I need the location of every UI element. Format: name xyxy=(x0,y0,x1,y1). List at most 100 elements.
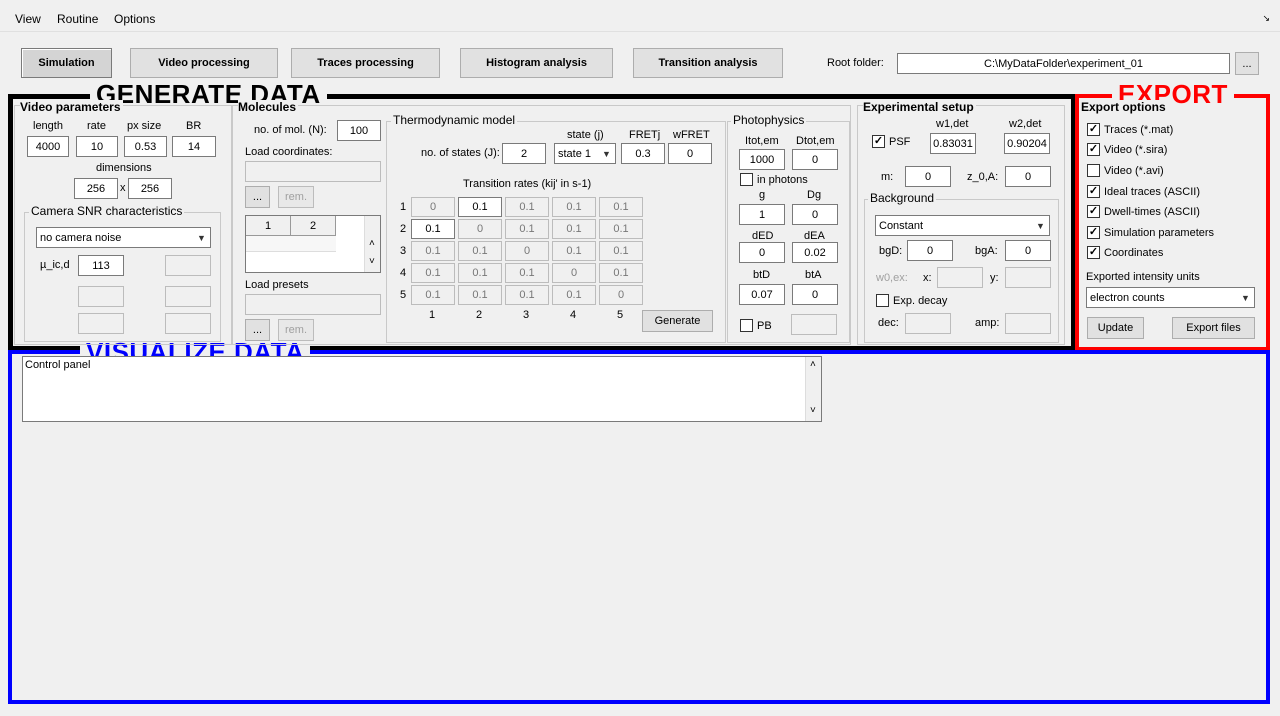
in-photons-checkbox[interactable] xyxy=(740,173,753,186)
wfret-label: wFRET xyxy=(673,129,710,141)
export-option-checkbox[interactable]: ✓ xyxy=(1087,185,1100,198)
control-panel-scrollbar[interactable]: ˄ ˅ xyxy=(805,357,821,421)
fretj-field[interactable]: 0.3 xyxy=(621,143,665,164)
remove-coordinates-button: rem. xyxy=(278,186,314,208)
load-coordinates-label: Load coordinates: xyxy=(245,146,333,158)
menu-routine[interactable]: Routine xyxy=(57,12,98,26)
export-option-checkbox[interactable]: ✓ xyxy=(1087,143,1100,156)
br-label: BR xyxy=(186,120,202,132)
load-presets-label: Load presets xyxy=(245,279,309,291)
bta-field[interactable]: 0 xyxy=(792,284,838,305)
dock-icon[interactable]: ↘ xyxy=(1262,13,1270,24)
n-mol-field[interactable]: 100 xyxy=(337,120,381,141)
load-presets-browse-button[interactable]: ... xyxy=(245,319,270,341)
w1-label: w1,det xyxy=(936,118,969,130)
dea-field[interactable]: 0.02 xyxy=(792,242,838,263)
rate-field-3-5: 0.1 xyxy=(599,241,643,261)
bta-label: btA xyxy=(805,269,822,281)
camera-noise-select[interactable]: no camera noise ▼ xyxy=(36,227,211,248)
exported-units-select[interactable]: electron counts ▼ xyxy=(1086,287,1255,308)
rate-field-2-2: 0 xyxy=(458,219,502,239)
tab-transition-analysis[interactable]: Transition analysis xyxy=(633,48,783,78)
z0-field[interactable]: 0 xyxy=(1005,166,1051,187)
menu-options[interactable]: Options xyxy=(114,12,155,26)
g-field[interactable]: 1 xyxy=(739,204,785,225)
export-option-label: Traces (*.mat) xyxy=(1104,124,1174,136)
table-scrollbar[interactable]: ˄ ˅ xyxy=(364,216,380,272)
m-label: m: xyxy=(881,171,894,183)
tab-traces-processing[interactable]: Traces processing xyxy=(291,48,440,78)
rate-field-3-2: 0.1 xyxy=(458,241,502,261)
chevron-down-icon[interactable]: ˅ xyxy=(369,256,375,267)
export-option-checkbox[interactable]: ✓ xyxy=(1087,246,1100,259)
rate-field-2-1[interactable]: 0.1 xyxy=(411,219,455,239)
menu-view[interactable]: View xyxy=(15,12,41,26)
rate-field-4-1: 0.1 xyxy=(411,263,455,283)
export-option-checkbox[interactable] xyxy=(1087,164,1100,177)
ded-field[interactable]: 0 xyxy=(739,242,785,263)
dimension-y-field[interactable]: 256 xyxy=(128,178,172,199)
chevron-up-icon[interactable]: ˄ xyxy=(369,238,375,249)
state-select-value: state 1 xyxy=(558,147,592,160)
bga-field[interactable]: 0 xyxy=(1005,240,1051,261)
control-panel-textbox[interactable]: Control panel ˄ ˅ xyxy=(22,356,822,422)
root-folder-browse-button[interactable]: ... xyxy=(1235,52,1259,75)
tab-simulation[interactable]: Simulation xyxy=(21,48,112,78)
update-button[interactable]: Update xyxy=(1087,317,1144,339)
photophysics-title: Photophysics xyxy=(731,113,807,127)
tab-histogram-analysis[interactable]: Histogram analysis xyxy=(460,48,613,78)
chevron-down-icon[interactable]: ˅ xyxy=(810,405,816,416)
dg-field[interactable]: 0 xyxy=(792,204,838,225)
rate-field-1-2[interactable]: 0.1 xyxy=(458,197,502,217)
background-type-select[interactable]: Constant ▼ xyxy=(875,215,1050,236)
m-field[interactable]: 0 xyxy=(905,166,951,187)
br-field[interactable]: 14 xyxy=(172,136,216,157)
fretj-label: FRETj xyxy=(629,129,661,141)
bgd-field[interactable]: 0 xyxy=(907,240,953,261)
mu-ic-field[interactable]: 113 xyxy=(78,255,124,276)
exp-decay-checkbox[interactable] xyxy=(876,294,889,307)
chevron-down-icon: ▼ xyxy=(602,148,611,159)
dtot-field[interactable]: 0 xyxy=(792,149,838,170)
pb-checkbox[interactable] xyxy=(740,319,753,332)
export-option-checkbox[interactable]: ✓ xyxy=(1087,205,1100,218)
state-select[interactable]: state 1 ▼ xyxy=(554,143,616,164)
export-option-checkbox[interactable]: ✓ xyxy=(1087,123,1100,136)
control-panel-text: Control panel xyxy=(25,359,91,371)
remove-presets-button: rem. xyxy=(278,319,314,341)
psf-checkbox[interactable]: ✓ xyxy=(872,135,885,148)
export-option-label: Video (*.sira) xyxy=(1104,144,1168,156)
root-folder-field[interactable]: C:\MyDataFolder\experiment_01 xyxy=(897,53,1230,74)
px-size-field[interactable]: 0.53 xyxy=(124,136,167,157)
pb-label: PB xyxy=(757,320,772,332)
w2-field[interactable]: 0.90204 xyxy=(1004,133,1050,154)
n-states-label: no. of states (J): xyxy=(421,147,500,159)
length-field[interactable]: 4000 xyxy=(27,136,69,157)
itot-field[interactable]: 1000 xyxy=(739,149,785,170)
chevron-up-icon[interactable]: ˄ xyxy=(810,359,816,370)
experimental-setup-title: Experimental setup xyxy=(863,100,976,114)
rate-field-1-4: 0.1 xyxy=(552,197,596,217)
tab-video-processing[interactable]: Video processing xyxy=(130,48,278,78)
bgd-label: bgD: xyxy=(879,245,903,257)
rate-field-4-2: 0.1 xyxy=(458,263,502,283)
dimension-x-field[interactable]: 256 xyxy=(74,178,118,199)
rate-field-4-5: 0.1 xyxy=(599,263,643,283)
camera-param-field xyxy=(165,286,211,307)
coordinates-table[interactable]: 1 2 ˄ ˅ xyxy=(245,215,381,273)
export-option-checkbox[interactable]: ✓ xyxy=(1087,226,1100,239)
wfret-field[interactable]: 0 xyxy=(668,143,712,164)
load-coordinates-browse-button[interactable]: ... xyxy=(245,186,270,208)
rate-field-5-2: 0.1 xyxy=(458,285,502,305)
amp-label: amp: xyxy=(975,317,1000,329)
bga-label: bgA: xyxy=(975,245,998,257)
n-states-field[interactable]: 2 xyxy=(502,143,546,164)
rate-field[interactable]: 10 xyxy=(76,136,118,157)
w1-field[interactable]: 0.83031 xyxy=(930,133,976,154)
btd-field[interactable]: 0.07 xyxy=(739,284,785,305)
camera-param-field xyxy=(78,286,124,307)
rate-row-label: 2 xyxy=(400,223,407,235)
rate-field-1-1: 0 xyxy=(411,197,455,217)
export-files-button[interactable]: Export files xyxy=(1172,317,1255,339)
generate-button[interactable]: Generate xyxy=(642,310,713,332)
